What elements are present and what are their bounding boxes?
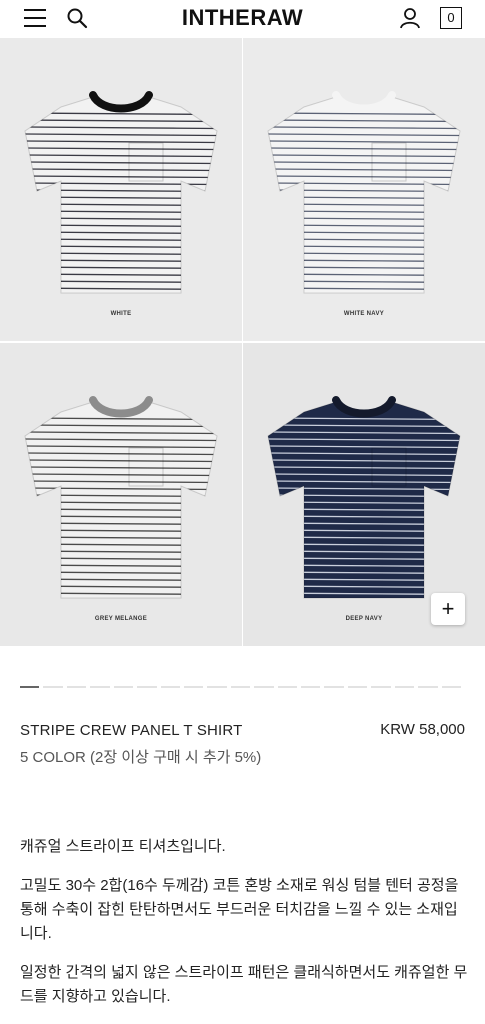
product-description: 캐쥬얼 스트라이프 티셔츠입니다. 고밀도 30수 2합(16수 두께감) 코튼… — [20, 835, 470, 1024]
color-swatch-image[interactable]: WHITE NAVY — [243, 38, 485, 341]
cart-button[interactable]: 0 — [440, 7, 462, 29]
pager-segment[interactable] — [20, 686, 40, 688]
product-color-info: 5 COLOR (2장 이상 구매 시 추가 5%) — [20, 749, 262, 766]
tshirt-image — [267, 91, 461, 294]
color-swatch-image[interactable]: WHITE — [0, 38, 242, 341]
tshirt-image — [24, 396, 218, 599]
pager-segment[interactable] — [324, 686, 344, 688]
pager-segment[interactable] — [160, 686, 180, 688]
pager-segment[interactable] — [207, 686, 227, 688]
pager-segment[interactable] — [66, 686, 87, 688]
pager-segment[interactable] — [254, 686, 274, 688]
description-paragraph: 고밀도 30수 2합(16수 두께감) 코튼 혼방 소재로 워싱 텀블 텐터 공… — [20, 877, 459, 942]
color-label: WHITE NAVY — [343, 311, 385, 317]
image-pager — [20, 686, 465, 688]
description-paragraph: 캐쥬얼 스트라이프 티셔츠입니다. — [20, 838, 226, 855]
color-swatch-image[interactable]: GREY MELANGE — [0, 343, 242, 646]
pager-segment[interactable] — [418, 686, 438, 688]
description-paragraph: 일정한 간격의 넓지 않은 스트라이프 패턴은 클래식하면서도 캐쥬얼한 무드를… — [20, 964, 468, 1005]
pager-segment[interactable] — [371, 686, 391, 688]
product-price: KRW 58,000 — [380, 721, 465, 738]
top-header: INTHERAW 0 — [0, 0, 485, 38]
pager-segment[interactable] — [301, 686, 321, 688]
product-name: STRIPE CREW PANEL T SHIRT — [20, 722, 243, 739]
pager-segment[interactable] — [43, 686, 63, 688]
pager-segment[interactable] — [90, 686, 110, 688]
pager-segment[interactable] — [441, 686, 461, 688]
pager-segment[interactable] — [394, 686, 415, 688]
pager-segment[interactable] — [230, 686, 251, 688]
pager-segment[interactable] — [277, 686, 298, 688]
pager-segment[interactable] — [347, 686, 368, 688]
pager-segment[interactable] — [137, 686, 157, 688]
color-label: WHITE — [110, 311, 132, 317]
color-label: GREY MELANGE — [94, 616, 148, 622]
product-gallery: WHITE WHITE NAVY GREY MELANGE DEEP NAVY — [0, 38, 485, 646]
tshirt-image — [267, 396, 461, 599]
tshirt-image — [24, 91, 218, 294]
add-button[interactable]: + — [431, 593, 465, 625]
user-icon[interactable] — [399, 7, 421, 29]
pager-segment[interactable] — [113, 686, 134, 688]
pager-segment[interactable] — [183, 686, 204, 688]
